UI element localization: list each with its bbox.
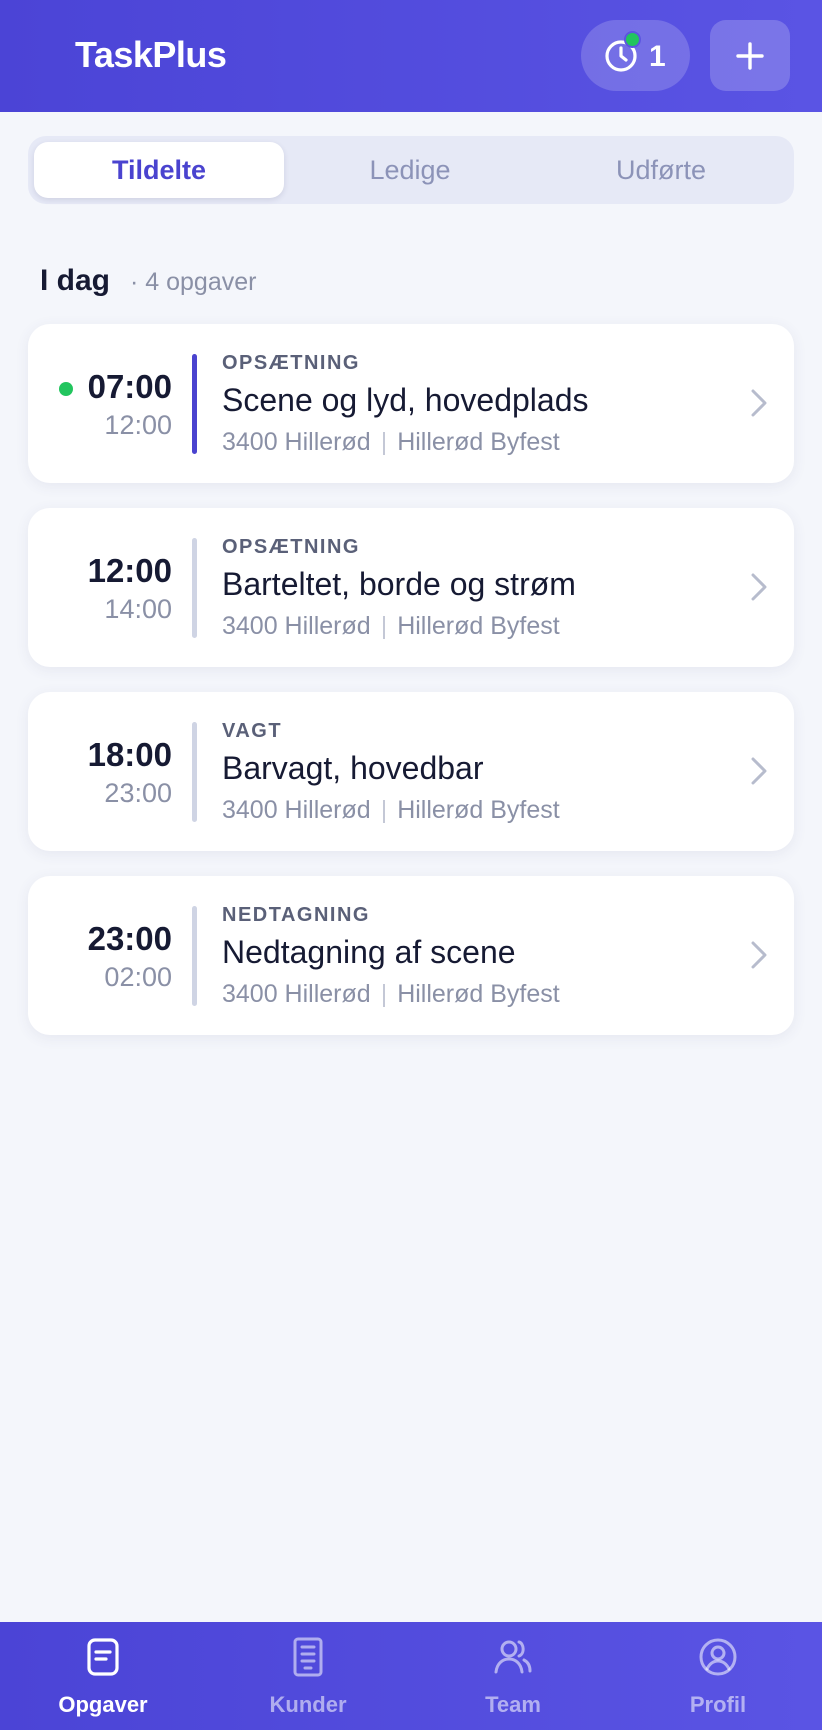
task-title: Barvagt, hovedbar — [222, 750, 484, 786]
chevron-right-icon — [751, 573, 767, 601]
task-end-time: 14:00 — [104, 594, 172, 624]
task-meta: 3400 Hillerød | Hillerød Byfest — [222, 796, 560, 825]
task-card[interactable]: 23:00 02:00 NEDTAGNING Nedtagning af sce… — [28, 876, 794, 1035]
task-end-time: 02:00 — [104, 962, 172, 992]
bottom-navigation: Opgaver Kunder Team Profil — [0, 1622, 822, 1730]
task-event: Hillerød Byfest — [397, 428, 560, 456]
task-accent-bar — [192, 722, 197, 822]
task-card[interactable]: 18:00 23:00 VAGT Barvagt, hovedbar 3400 … — [28, 692, 794, 851]
in-progress-indicator — [59, 382, 73, 396]
tab-tildelte[interactable]: Tildelte — [34, 142, 284, 198]
clipboard-icon — [87, 1638, 119, 1676]
task-location: 3400 Hillerød — [222, 612, 371, 640]
task-event: Hillerød Byfest — [397, 796, 560, 824]
task-card[interactable]: 07:00 12:00 OPSÆTNING Scene og lyd, hove… — [28, 324, 794, 483]
task-end-time: 23:00 — [104, 778, 172, 808]
chevron-right-icon — [751, 757, 767, 785]
building-icon — [293, 1637, 323, 1677]
task-event: Hillerød Byfest — [397, 612, 560, 640]
timer-running-indicator — [624, 31, 641, 48]
task-accent-bar — [192, 354, 197, 454]
active-timer-count: 1 — [649, 40, 666, 73]
task-title: Nedtagning af scene — [222, 934, 516, 970]
nav-kunder[interactable]: Kunder — [228, 1622, 388, 1730]
plus-icon — [736, 42, 764, 70]
task-meta: 3400 Hillerød | Hillerød Byfest — [222, 428, 560, 457]
nav-label: Opgaver — [58, 1692, 148, 1717]
task-start-time: 12:00 — [87, 552, 172, 589]
app-title: TaskPlus — [75, 34, 227, 75]
active-timer-button[interactable]: 1 — [581, 20, 690, 91]
task-location: 3400 Hillerød — [222, 980, 371, 1008]
section-title: I dag — [40, 264, 111, 297]
app-header: TaskPlus 1 — [0, 0, 822, 112]
chevron-right-icon — [751, 389, 767, 417]
tab-udforte[interactable]: Udførte — [536, 142, 786, 198]
add-task-button[interactable] — [710, 20, 790, 91]
task-card[interactable]: 12:00 14:00 OPSÆTNING Barteltet, borde o… — [28, 508, 794, 667]
task-title: Scene og lyd, hovedplads — [222, 382, 589, 418]
meta-separator: | — [380, 796, 388, 824]
meta-separator: | — [380, 612, 388, 640]
task-accent-bar — [192, 906, 197, 1006]
task-location: 3400 Hillerød — [222, 428, 371, 456]
section-task-count: · 4 opgaver — [130, 268, 257, 296]
nav-team[interactable]: Team — [433, 1622, 593, 1730]
task-location: 3400 Hillerød — [222, 796, 371, 824]
task-accent-bar — [192, 538, 197, 638]
task-category: OPSÆTNING — [222, 352, 360, 374]
task-event: Hillerød Byfest — [397, 980, 560, 1008]
nav-label: Team — [485, 1692, 541, 1717]
meta-separator: | — [380, 980, 388, 1008]
nav-label: Profil — [689, 1692, 747, 1717]
task-title: Barteltet, borde og strøm — [222, 566, 576, 602]
nav-profil[interactable]: Profil — [638, 1622, 798, 1730]
task-start-time: 18:00 — [87, 736, 172, 773]
tab-ledige[interactable]: Ledige — [285, 142, 535, 198]
users-icon — [494, 1640, 532, 1674]
user-circle-icon — [699, 1638, 737, 1676]
meta-separator: | — [380, 428, 388, 456]
task-meta: 3400 Hillerød | Hillerød Byfest — [222, 980, 560, 1009]
chevron-right-icon — [751, 941, 767, 969]
task-start-time: 23:00 — [87, 920, 172, 957]
task-category: NEDTAGNING — [222, 904, 370, 926]
task-meta: 3400 Hillerød | Hillerød Byfest — [222, 612, 560, 641]
task-start-time: 07:00 — [87, 368, 172, 405]
task-end-time: 12:00 — [104, 410, 172, 440]
task-category: VAGT — [222, 720, 283, 742]
task-filter-tabs: Tildelte Ledige Udførte — [28, 136, 794, 204]
nav-opgaver[interactable]: Opgaver — [23, 1622, 183, 1730]
nav-label: Kunder — [269, 1692, 347, 1717]
task-category: OPSÆTNING — [222, 536, 360, 558]
